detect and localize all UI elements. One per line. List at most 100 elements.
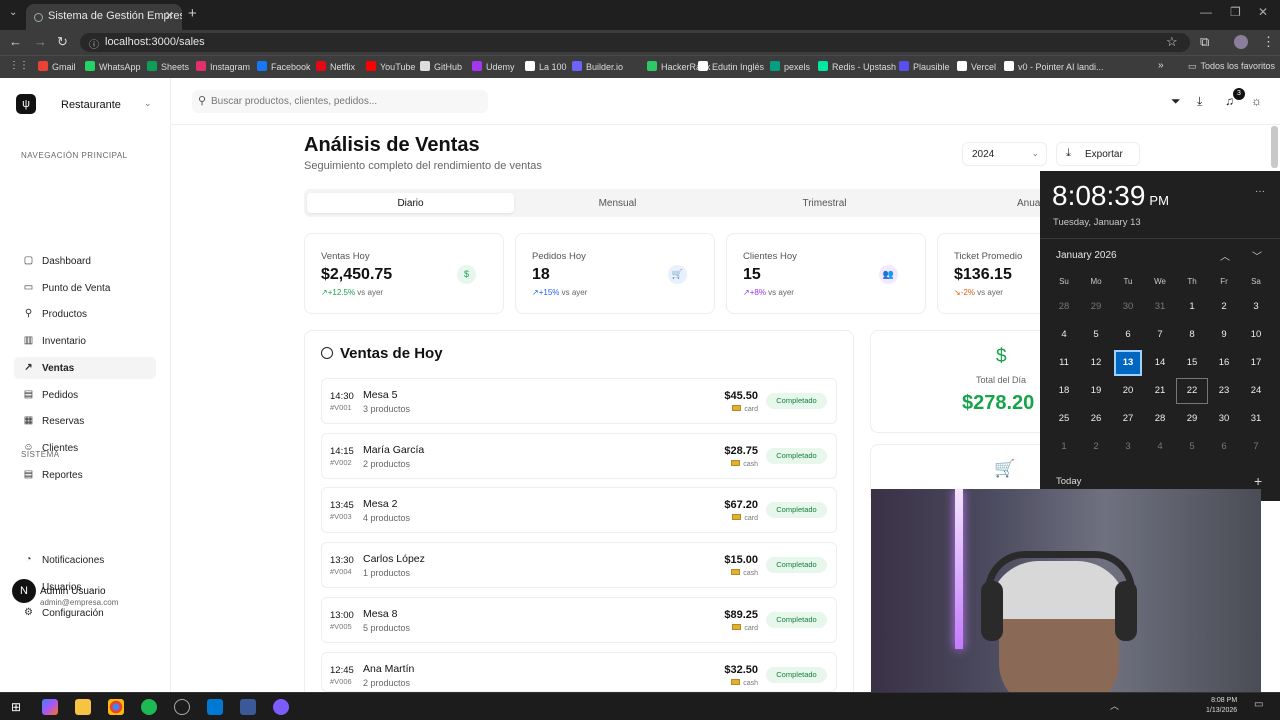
sidebar-item-notificaciones[interactable]: ◔ Notificaciones — [14, 549, 156, 571]
more-options-icon[interactable]: ··· — [1255, 186, 1265, 197]
calendar-day[interactable]: 24 — [1240, 378, 1272, 404]
tab-mensual[interactable]: Mensual — [514, 193, 721, 213]
calendar-day[interactable]: 30 — [1112, 294, 1144, 320]
sidebar-item-ventas[interactable]: ↗ Ventas — [14, 356, 156, 379]
chevron-down-icon[interactable]: ⌄ — [144, 98, 152, 109]
sidebar-item-reservas[interactable]: ▦ Reservas — [14, 410, 156, 432]
calendar-month[interactable]: January 2026 — [1056, 250, 1117, 261]
close-tab-icon[interactable]: ✕ — [165, 9, 174, 22]
sidebar-item-productos[interactable]: ⚲ Productos — [14, 303, 156, 325]
calendar-day[interactable]: 3 — [1112, 434, 1144, 460]
calendar-day[interactable]: 27 — [1112, 406, 1144, 432]
table-row[interactable]: 13:45 #V003 Mesa 2 4 productos $67.20 card Com… — [321, 487, 837, 534]
bookmark-10[interactable]: Builder.io — [572, 61, 623, 72]
bookmark-17[interactable]: v0 - Pointer AI landi... — [1004, 61, 1104, 72]
calendar-day[interactable]: 4 — [1048, 322, 1080, 348]
bookmark-6[interactable]: YouTube — [366, 61, 415, 72]
calendar-day[interactable]: 26 — [1080, 406, 1112, 432]
calendar-day[interactable]: 10 — [1240, 322, 1272, 348]
apps-grid-icon[interactable]: ⋮⋮ — [9, 60, 29, 71]
bookmark-7[interactable]: GitHub — [420, 61, 462, 72]
vscode-icon[interactable] — [207, 699, 223, 715]
bookmark-5[interactable]: Netflix — [316, 61, 355, 72]
forward-icon[interactable]: → — [34, 34, 47, 49]
maximize-icon[interactable]: ❐ — [1230, 5, 1241, 19]
calendar-day[interactable]: 29 — [1176, 406, 1208, 432]
copilot-icon[interactable] — [42, 699, 58, 715]
chevron-up-icon[interactable]: ︿ — [1220, 248, 1230, 263]
calendar-day[interactable]: 6 — [1112, 322, 1144, 348]
bookmark-1[interactable]: WhatsApp — [85, 61, 141, 72]
tab-search-icon[interactable]: ⌄ — [9, 7, 17, 18]
table-row[interactable]: 13:00 #V005 Mesa 8 5 productos $89.25 card Com… — [321, 596, 837, 643]
tab-diario[interactable]: Diario — [307, 193, 514, 213]
calendar-day[interactable]: 21 — [1144, 378, 1176, 404]
bookmark-15[interactable]: Plausible — [899, 61, 950, 72]
calendar-day[interactable]: 30 — [1208, 406, 1240, 432]
calendar-day[interactable]: 7 — [1144, 322, 1176, 348]
calendar-day[interactable]: 8 — [1176, 322, 1208, 348]
bookmark-star-icon[interactable]: ☆ — [1166, 34, 1178, 50]
sidebar-item-punto-de-venta[interactable]: ▭ Punto de Venta — [14, 277, 156, 299]
sidebar-item-inventario[interactable]: ▥ Inventario — [14, 330, 156, 352]
calendar-day[interactable]: 18 — [1048, 378, 1080, 404]
calendar-day[interactable]: 17 — [1240, 350, 1272, 376]
chevron-down-icon[interactable]: ﹀ — [1252, 248, 1262, 263]
reload-icon[interactable]: ↻ — [57, 34, 68, 50]
chrome-icon[interactable] — [108, 699, 124, 715]
calendar-day[interactable]: 7 — [1240, 434, 1272, 460]
obs-icon[interactable] — [273, 699, 289, 715]
today-label[interactable]: Today — [1056, 476, 1081, 487]
calendar-day[interactable]: 11 — [1048, 350, 1080, 376]
calendar-day[interactable]: 3 — [1240, 294, 1272, 320]
windows-start-icon[interactable]: ⊞ — [8, 699, 24, 715]
calendar-day[interactable]: 20 — [1112, 378, 1144, 404]
calendar-day[interactable]: 25 — [1048, 406, 1080, 432]
theme-toggle-icon[interactable]: ☼ — [1251, 94, 1262, 108]
calendar-day[interactable]: 12 — [1080, 350, 1112, 376]
calendar-day[interactable]: 14 — [1144, 350, 1176, 376]
bookmark-2[interactable]: Sheets — [147, 61, 189, 72]
notification-center-icon[interactable]: ▭ — [1254, 699, 1263, 710]
bookmark-14[interactable]: Redis - Upstash — [818, 61, 896, 72]
calendar-day[interactable]: 16 — [1208, 350, 1240, 376]
calendar-day[interactable]: 29 — [1080, 294, 1112, 320]
calendar-day[interactable]: 4 — [1144, 434, 1176, 460]
calendar-day[interactable]: 31 — [1240, 406, 1272, 432]
sidebar-item-dashboard[interactable]: ▢ Dashboard — [14, 250, 156, 272]
bookmark-12[interactable]: Edutin Inglés — [698, 61, 764, 72]
table-row[interactable]: 12:45 #V006 Ana Martín 2 productos $32.50 cas… — [321, 651, 837, 692]
search-input[interactable]: ⚲ Buscar productos, clientes, pedidos... — [192, 90, 488, 113]
calendar-day[interactable]: 9 — [1208, 322, 1240, 348]
browser-tab[interactable]: Sistema de Gestión Empresarial ✕ — [26, 4, 182, 30]
sidebar-item-pedidos[interactable]: ▤ Pedidos — [14, 384, 156, 406]
bookmark-9[interactable]: La 100 — [525, 61, 567, 72]
file-explorer-icon[interactable] — [75, 699, 91, 715]
extensions-icon[interactable]: ⧉ — [1200, 34, 1209, 50]
calendar-day[interactable]: 2 — [1080, 434, 1112, 460]
calendar-day[interactable]: 13 — [1114, 350, 1142, 376]
table-row[interactable]: 14:30 #V001 Mesa 5 3 productos $45.50 card Com… — [321, 378, 837, 424]
scrollbar[interactable] — [1271, 126, 1278, 168]
tab-trimestral[interactable]: Trimestral — [721, 193, 928, 213]
all-bookmarks-folder[interactable]: ▭ Todos los favoritos — [1188, 61, 1275, 72]
calendar-day[interactable]: 1 — [1176, 294, 1208, 320]
export-button[interactable]: ⤓ Exportar — [1056, 142, 1140, 166]
back-icon[interactable]: ← — [9, 34, 22, 49]
calendar-day[interactable]: 22 — [1176, 378, 1208, 404]
calendar-day[interactable]: 1 — [1048, 434, 1080, 460]
site-info-icon[interactable]: ⓘ — [89, 36, 99, 51]
download-icon[interactable]: ⤓ — [1197, 94, 1202, 109]
calendar-day[interactable]: 19 — [1080, 378, 1112, 404]
calendar-day[interactable]: 5 — [1080, 322, 1112, 348]
calendar-day[interactable]: 15 — [1176, 350, 1208, 376]
bookmark-0[interactable]: Gmail — [38, 61, 76, 72]
calendar-day[interactable]: 28 — [1048, 294, 1080, 320]
profile-avatar[interactable] — [1234, 35, 1248, 49]
brand-name[interactable]: Restaurante — [61, 99, 121, 111]
bookmark-8[interactable]: Udemy — [472, 61, 515, 72]
calculator-icon[interactable] — [240, 699, 256, 715]
address-bar[interactable]: ⓘ localhost:3000/sales — [80, 33, 1190, 52]
calendar-day[interactable]: 23 — [1208, 378, 1240, 404]
bookmark-13[interactable]: pexels — [770, 61, 810, 72]
